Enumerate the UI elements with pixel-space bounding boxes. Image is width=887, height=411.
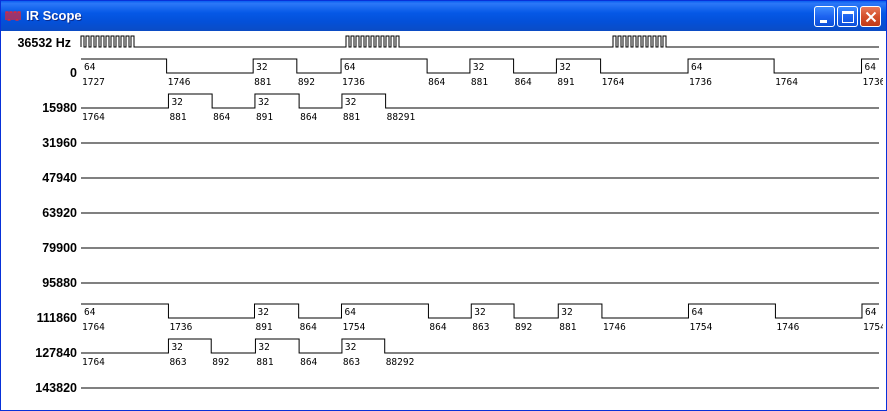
duration-label: 864 [300, 322, 317, 333]
row-offset-label: 95880 [42, 276, 77, 290]
duration-label: 881 [254, 77, 271, 88]
signal-row: 79900 [42, 241, 879, 255]
signal-row: 63920 [42, 206, 879, 220]
scope-area: 0 64 1727 1746 32 881 892 64 1736 864 32 881 864 32 89… [4, 31, 883, 407]
duration-label: 1754 [689, 322, 712, 333]
row-offset-label: 143820 [35, 381, 77, 395]
carrier-waveform [80, 35, 879, 48]
signal-row: 31960 [42, 136, 879, 150]
ir-scope-plot: 0 64 1727 1746 32 881 892 64 1736 864 32 881 864 32 89… [17, 35, 883, 395]
duration-label: 1764 [602, 77, 625, 88]
close-icon [865, 11, 877, 23]
duration-label: 864 [515, 77, 532, 88]
pulse-count-label: 64 [84, 307, 96, 318]
pulse-count-label: 32 [171, 342, 182, 353]
duration-label: 892 [515, 322, 532, 333]
duration-label: 1746 [168, 77, 191, 88]
duration-label: 88291 [387, 112, 416, 123]
signal-row: 143820 [35, 381, 879, 395]
pulse-count-label: 32 [258, 342, 269, 353]
duration-label: 88292 [386, 357, 415, 368]
signal-trace [81, 338, 879, 354]
duration-label: 881 [343, 112, 360, 123]
duration-label: 1754 [342, 322, 365, 333]
signal-row: 0 64 1727 1746 32 881 892 64 1736 864 32 881 864 32 89… [70, 58, 883, 88]
pulse-count-label: 64 [865, 307, 877, 318]
window-title: IR Scope [26, 8, 82, 23]
carrier-trace [80, 35, 879, 48]
signal-row: 15980 1764 32 881 864 32 891 864 32 881 88291 [42, 93, 879, 123]
row-offset-label: 127840 [35, 346, 77, 360]
row-offset-label: 111860 [37, 311, 77, 325]
pulse-count-label: 32 [345, 97, 356, 108]
duration-label: 1736 [342, 77, 365, 88]
duration-label: 1754 [863, 322, 883, 333]
pulse-count-label: 64 [344, 62, 356, 73]
duration-label: 881 [471, 77, 488, 88]
pulse-count-label: 32 [171, 97, 182, 108]
duration-label: 1764 [82, 322, 105, 333]
frequency-label: 36532 Hz [17, 36, 71, 50]
duration-label: 864 [428, 77, 445, 88]
duration-label: 892 [298, 77, 315, 88]
pulse-count-label: 64 [84, 62, 96, 73]
duration-label: 864 [429, 322, 446, 333]
duration-label: 1727 [82, 77, 105, 88]
duration-label: 864 [213, 112, 230, 123]
ir-scope-app-icon [5, 11, 21, 21]
signal-row: 111860 64 1764 1736 32 891 864 64 1754 864 32 863 89… [37, 303, 883, 333]
pulse-count-label: 32 [473, 62, 484, 73]
maximize-icon [842, 11, 854, 23]
pulse-count-label: 64 [691, 62, 703, 73]
duration-label: 881 [559, 322, 576, 333]
minimize-icon [820, 20, 827, 23]
row-offset-label: 0 [70, 66, 77, 80]
duration-label: 1736 [863, 77, 883, 88]
row-offset-label: 31960 [42, 136, 77, 150]
pulse-count-label: 64 [344, 307, 356, 318]
row-offset-label: 15980 [42, 101, 77, 115]
duration-label: 892 [212, 357, 229, 368]
pulse-count-label: 32 [258, 97, 269, 108]
ir-scope-window: IR Scope 0 64 1727 1746 32 881 892 64 1736 864 32 8… [0, 0, 887, 411]
duration-label: 1764 [82, 112, 105, 123]
pulse-count-label: 64 [691, 307, 703, 318]
duration-label: 891 [557, 77, 574, 88]
duration-label: 1764 [82, 357, 105, 368]
title-bar[interactable]: IR Scope [1, 1, 886, 31]
minimize-button[interactable] [814, 6, 835, 27]
row-offset-label: 47940 [42, 171, 77, 185]
pulse-count-label: 32 [345, 342, 356, 353]
duration-label: 863 [343, 357, 360, 368]
duration-label: 1746 [603, 322, 626, 333]
pulse-count-label: 64 [865, 62, 877, 73]
duration-label: 891 [256, 112, 273, 123]
duration-label: 864 [300, 357, 317, 368]
pulse-count-label: 32 [256, 62, 267, 73]
signal-trace [81, 93, 879, 109]
signal-row: 95880 [42, 276, 879, 290]
maximize-button[interactable] [837, 6, 858, 27]
pulse-count-label: 32 [257, 307, 268, 318]
row-offset-label: 63920 [42, 206, 77, 220]
duration-label: 1764 [775, 77, 798, 88]
duration-label: 891 [255, 322, 272, 333]
duration-label: 864 [300, 112, 317, 123]
signal-row: 127840 1764 32 863 892 32 881 864 32 863 88292 [35, 338, 879, 368]
signal-row: 47940 [42, 171, 879, 185]
pulse-count-label: 32 [474, 307, 485, 318]
duration-label: 1736 [169, 322, 192, 333]
pulse-count-label: 32 [559, 62, 570, 73]
duration-label: 863 [169, 357, 186, 368]
pulse-count-label: 32 [561, 307, 572, 318]
duration-label: 1746 [776, 322, 799, 333]
duration-label: 881 [169, 112, 186, 123]
duration-label: 863 [472, 322, 489, 333]
close-button[interactable] [860, 6, 881, 27]
row-offset-label: 79900 [42, 241, 77, 255]
duration-label: 881 [256, 357, 273, 368]
duration-label: 1736 [689, 77, 712, 88]
